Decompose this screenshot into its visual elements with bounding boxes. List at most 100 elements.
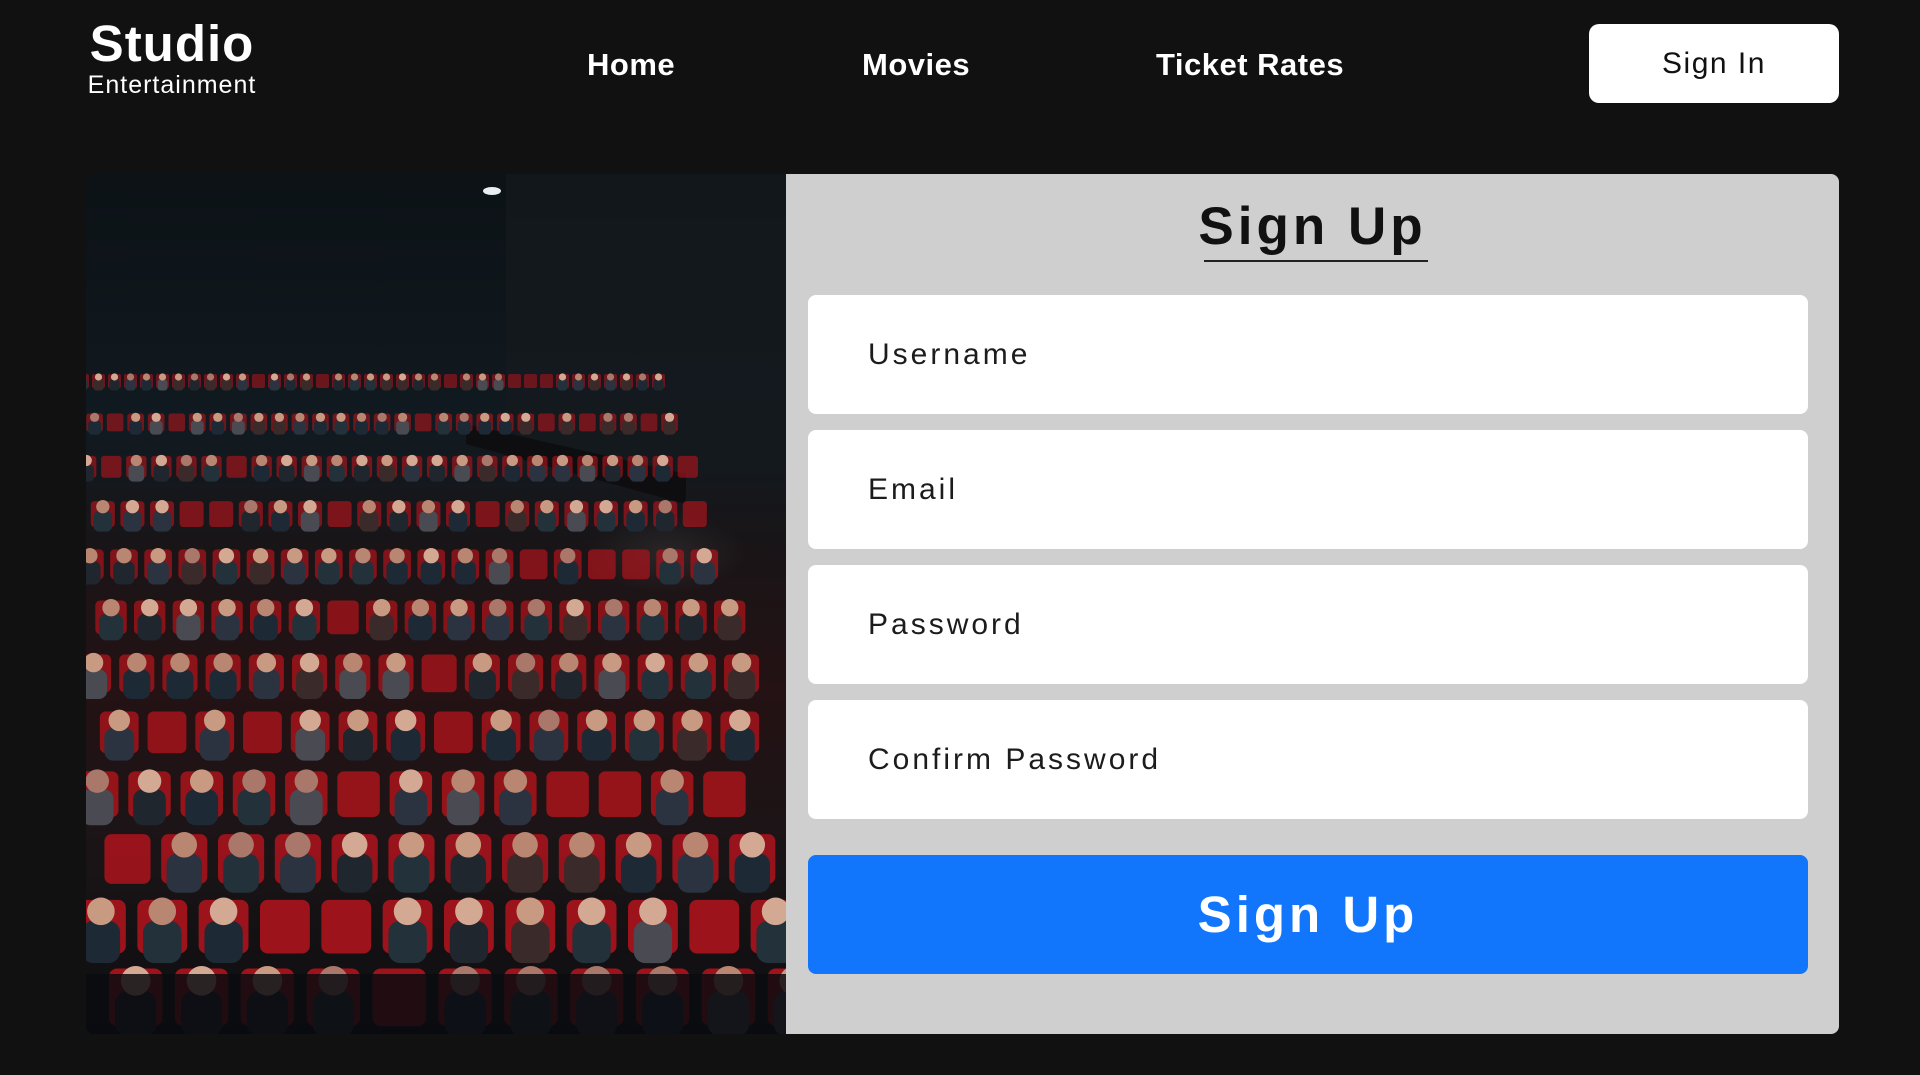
brand-logo[interactable]: Studio Entertainment <box>86 16 258 99</box>
audience-member-head <box>574 373 583 381</box>
audience-member-head <box>151 412 161 422</box>
audience-member-body <box>629 464 646 482</box>
audience-member-head <box>623 412 634 422</box>
audience-member-head <box>94 373 103 381</box>
cinema-seat <box>579 413 596 432</box>
audience-member-body <box>296 669 324 700</box>
seat-rows <box>86 373 786 1034</box>
audience-member-body <box>724 727 755 761</box>
audience-member-head <box>343 652 363 673</box>
audience-member-head <box>355 548 371 564</box>
audience-member-body <box>343 727 373 761</box>
nav-home[interactable]: Home <box>587 40 675 90</box>
audience-member-head <box>628 500 643 514</box>
audience-member-body <box>629 727 660 761</box>
audience-member-head <box>682 599 700 617</box>
username-input[interactable] <box>808 295 1808 414</box>
audience-member-head <box>423 548 439 564</box>
audience-member-head <box>540 500 554 514</box>
audience-member-body <box>125 379 136 391</box>
audience-member-head <box>89 412 100 422</box>
audience-member-head <box>356 454 368 467</box>
audience-member-body <box>284 561 306 585</box>
audience-member-head <box>273 500 288 514</box>
audience-member-head <box>256 454 268 467</box>
audience-member-body <box>241 511 261 532</box>
cinema-seat <box>421 654 457 693</box>
audience-member-body <box>677 727 707 761</box>
cinema-seat <box>209 501 234 528</box>
cinema-seat <box>316 374 329 388</box>
nav-ticket-rates[interactable]: Ticket Rates <box>1156 40 1344 90</box>
audience-member-body <box>333 379 344 391</box>
audience-member-body <box>454 561 476 585</box>
audience-member-head <box>295 412 305 422</box>
audience-member-head <box>681 709 703 732</box>
cinema-audience-image <box>86 174 786 1034</box>
audience-member-body <box>756 920 786 964</box>
audience-member-head <box>658 500 672 514</box>
audience-member-body <box>128 464 145 482</box>
audience-member-head <box>559 652 579 673</box>
audience-member-head <box>638 373 647 381</box>
cinema-seat <box>444 374 457 388</box>
confirm-password-input[interactable] <box>808 700 1808 819</box>
audience-member-body <box>498 420 512 435</box>
audience-member-body <box>654 464 671 482</box>
sign-up-submit-button[interactable]: Sign Up <box>808 855 1808 974</box>
audience-member-body <box>280 853 316 893</box>
audience-member-head <box>510 500 524 514</box>
title-underline <box>1204 260 1428 262</box>
audience-member-head <box>633 709 656 732</box>
audience-member-body <box>86 920 121 964</box>
cinema-seat <box>243 711 282 754</box>
audience-member-head <box>721 599 739 617</box>
audience-member-body <box>211 420 225 435</box>
audience-member-body <box>397 379 408 391</box>
audience-member-body <box>253 464 270 482</box>
audience-member-body <box>329 464 345 482</box>
audience-member-body <box>446 613 472 641</box>
audience-member-head <box>256 652 277 673</box>
audience-member-head <box>362 500 376 514</box>
audience-member-body <box>605 379 616 391</box>
audience-member-head <box>643 599 662 617</box>
audience-member-body <box>419 511 438 532</box>
audience-member-head <box>150 548 166 564</box>
audience-member-body <box>478 420 492 435</box>
audience-member-head <box>662 548 678 564</box>
audience-member-body <box>113 561 135 585</box>
audience-member-body <box>493 379 504 391</box>
audience-member-body <box>390 727 421 761</box>
audience-member-body <box>449 920 489 964</box>
audience-member-body <box>355 420 368 435</box>
audience-member-body <box>601 613 626 641</box>
cinema-seat <box>104 834 151 884</box>
audience-member-body <box>450 853 487 893</box>
audience-member-body <box>620 853 657 893</box>
audience-member-body <box>237 789 271 826</box>
audience-member-body <box>622 420 635 435</box>
audience-member-body <box>123 511 142 532</box>
audience-member-head <box>180 454 193 467</box>
audience-member-body <box>488 561 511 585</box>
email-input[interactable] <box>808 430 1808 549</box>
audience-member-head <box>538 709 560 732</box>
audience-member-body <box>386 561 408 585</box>
audience-member-body <box>369 613 394 641</box>
audience-member-head <box>366 373 375 381</box>
audience-member-body <box>507 853 543 893</box>
audience-member-body <box>98 613 124 641</box>
audience-member-head <box>315 412 326 422</box>
password-input[interactable] <box>808 565 1808 684</box>
audience-member-body <box>123 669 151 700</box>
nav-movies[interactable]: Movies <box>862 40 970 90</box>
audience-member-body <box>314 420 327 435</box>
sign-in-button[interactable]: Sign In <box>1589 24 1839 103</box>
audience-member-head <box>731 652 752 673</box>
audience-member-body <box>318 561 340 585</box>
audience-member-head <box>141 599 159 617</box>
audience-member-body <box>104 727 135 761</box>
audience-member-body <box>461 379 472 391</box>
audience-member-head <box>286 373 295 381</box>
